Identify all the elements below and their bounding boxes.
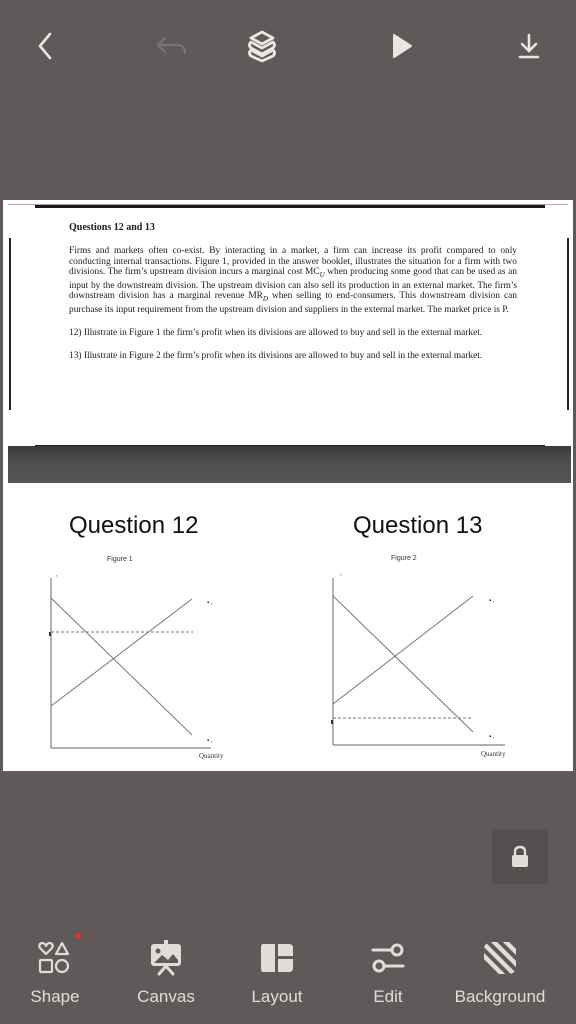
figure-2-x-label: Quantity [481,750,506,758]
mr-d-curve [50,597,193,736]
play-icon [393,34,412,58]
undo-arrow-icon [156,36,187,55]
back-button[interactable] [26,26,66,66]
notification-badge [75,933,81,939]
nav-edit-label: Edit [373,987,403,1006]
dark-band [8,446,571,483]
price-tick [49,632,51,636]
question-12-text: 12) Illustrate in Figure 1 the firm’s pr… [69,328,483,339]
figure-1-x-label: Quantity [199,752,224,760]
nav-background[interactable]: Background [445,930,555,1010]
canvas[interactable]: Questions 12 and 13 Firms and markets of… [3,200,573,771]
shapes-icon [38,941,70,974]
question-13-title: Question 13 [353,512,483,539]
layout-icon [261,944,293,972]
undo-button[interactable] [152,26,192,66]
download-button[interactable] [509,26,549,66]
download-icon [518,33,540,59]
background-stripes-icon [484,942,516,974]
play-button[interactable] [382,26,422,66]
figure-1-label: Figure 1 [107,556,133,563]
canvas-easel-icon [151,940,181,976]
bottom-nav: Shape Canvas Layout Edit Background [0,930,576,1024]
lock-button[interactable] [492,829,548,884]
right-margin-bar [567,238,569,410]
nav-edit[interactable]: Edit [333,930,443,1010]
mr-d-curve [332,595,474,733]
document-heading: Questions 12 and 13 [69,222,155,233]
chevron-left-icon [38,32,52,60]
layers-button[interactable] [242,26,282,66]
mc-label-mark: ▪ , [207,600,213,606]
figure-2-graph: , ▪ , ▪ , [331,571,505,746]
nav-shape-label: Shape [30,987,80,1006]
layers-icon [248,30,276,63]
y-axis-mark: , [56,572,58,578]
question-12-title: Question 12 [69,512,199,539]
y-axis-mark: , [340,571,342,577]
document-screenshot: Questions 12 and 13 Firms and markets of… [3,200,573,483]
nav-shape[interactable]: Shape [0,930,110,1010]
mr-label-mark: ▪ , [207,738,213,744]
figure-2-label: Figure 2 [391,555,417,562]
top-toolbar [0,0,576,95]
question-13-text: 13) Illustrate in Figure 2 the firm’s pr… [69,350,483,361]
mc-label-mark: ▪ , [489,598,495,604]
document-paragraph: Firms and markets often co-exist. By int… [69,246,517,315]
left-margin-bar [9,238,11,410]
nav-background-label: Background [454,987,546,1006]
lock-icon [512,845,528,867]
nav-layout-label: Layout [251,987,303,1006]
mr-label-mark: ▪ , [489,734,495,740]
nav-layout[interactable]: Layout [222,930,332,1010]
mc-u-curve [332,595,474,705]
mc-u-curve [50,598,193,707]
document-text: Questions 12 and 13 Firms and markets of… [69,222,517,374]
price-tick [331,720,333,724]
top-rule [35,205,545,208]
nav-canvas[interactable]: Canvas [111,930,221,1010]
nav-canvas-label: Canvas [137,987,195,1006]
sliders-icon [371,943,405,973]
figure-1-graph: , ▪ , ▪ , [49,572,213,749]
